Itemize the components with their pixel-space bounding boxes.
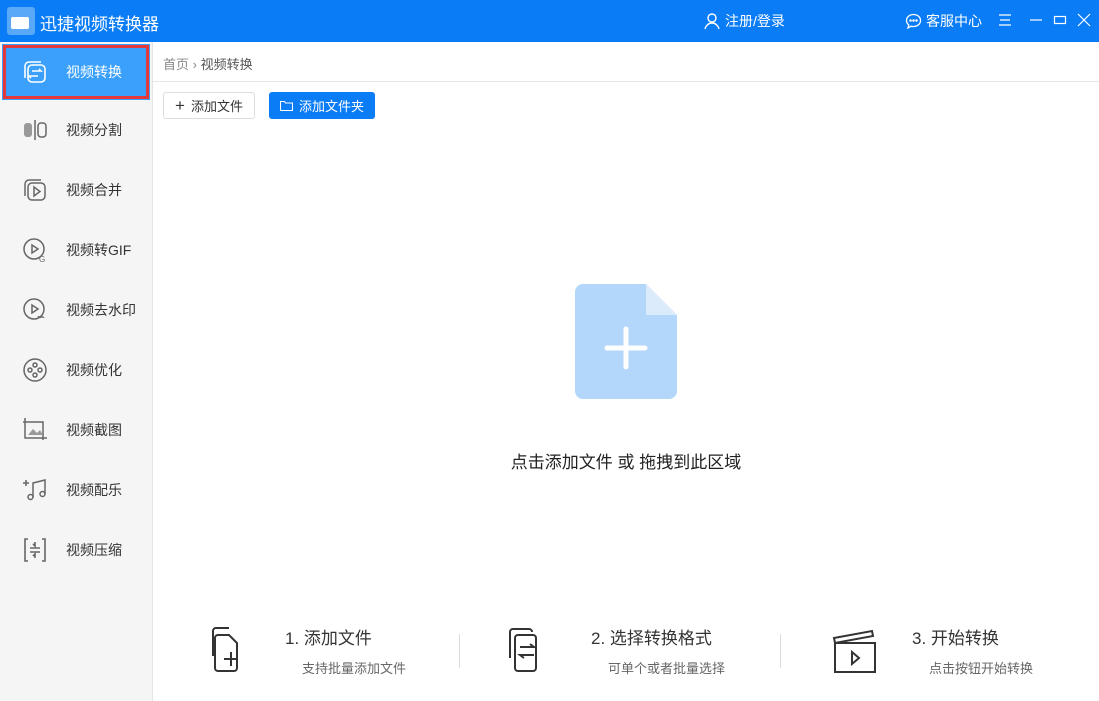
- step-title: 3. 开始转换: [912, 629, 999, 648]
- add-file-button[interactable]: + 添加文件: [163, 92, 255, 119]
- add-folder-button[interactable]: 添加文件夹: [269, 92, 376, 119]
- sidebar-item-video-convert[interactable]: 视频转换: [2, 44, 150, 100]
- sidebar-item-video-music[interactable]: 视频配乐: [0, 460, 152, 520]
- breadcrumb-separator: ›: [192, 57, 197, 72]
- step-subtitle: 可单个或者批量选择: [608, 661, 726, 676]
- step-subtitle: 点击按钮开始转换: [929, 661, 1034, 676]
- login-label: 注册/登录: [725, 13, 785, 29]
- user-icon: [704, 13, 720, 30]
- sidebar-item-label: 视频去水印: [66, 302, 136, 318]
- compress-icon: [22, 537, 48, 563]
- sidebar-item-label: 视频截图: [66, 422, 122, 438]
- app-logo-icon: [7, 7, 35, 35]
- step-title: 2. 选择转换格式: [591, 629, 712, 648]
- divider: [459, 634, 460, 668]
- maximize-icon[interactable]: [1053, 13, 1067, 27]
- dropzone-text[interactable]: 点击添加文件 或 拖拽到此区域: [153, 448, 1099, 473]
- menu-icon[interactable]: [998, 13, 1012, 27]
- sidebar-item-label: 视频转GIF: [66, 242, 132, 258]
- add-file-step-icon: [212, 627, 238, 672]
- sidebar: 视频转换 视频分割 视频合并 G 视频转GIF 视频去水印 视频优化 视频截图 …: [0, 42, 153, 701]
- sidebar-item-label: 视频压缩: [66, 542, 122, 558]
- film-reel-icon: [22, 357, 48, 383]
- add-file-dropzone-icon[interactable]: [575, 284, 677, 399]
- chat-icon: [905, 13, 922, 29]
- support-button[interactable]: 客服中心: [905, 11, 982, 31]
- title-bar: 迅捷视频转换器 注册/登录 客服中心: [0, 0, 1099, 42]
- breadcrumb-current: 视频转换: [200, 57, 253, 72]
- sidebar-item-label: 视频分割: [66, 122, 122, 138]
- sidebar-item-label: 视频优化: [66, 362, 122, 378]
- support-label: 客服中心: [926, 13, 982, 29]
- sidebar-item-label: 视频合并: [66, 182, 122, 198]
- music-icon: [22, 477, 48, 503]
- step-subtitle: 支持批量添加文件: [302, 661, 407, 676]
- split-icon: [22, 117, 48, 143]
- breadcrumb: 首页 › 视频转换: [163, 54, 253, 73]
- login-button[interactable]: 注册/登录: [703, 11, 785, 31]
- divider: [153, 81, 1099, 82]
- sidebar-item-video-screenshot[interactable]: 视频截图: [0, 400, 152, 460]
- app-title: 迅捷视频转换器: [40, 15, 159, 34]
- sidebar-item-video-optimize[interactable]: 视频优化: [0, 340, 152, 400]
- sidebar-item-video-merge[interactable]: 视频合并: [0, 160, 152, 220]
- sidebar-item-label: 视频转换: [66, 64, 122, 80]
- folder-icon: [280, 100, 293, 111]
- sidebar-item-video-gif[interactable]: G 视频转GIF: [0, 220, 152, 280]
- svg-text:G: G: [39, 255, 45, 263]
- add-file-label: 添加文件: [190, 99, 243, 114]
- clapperboard-step-icon: [832, 629, 876, 673]
- select-format-step-icon: [509, 628, 537, 672]
- screenshot-icon: [22, 417, 48, 443]
- sidebar-item-video-watermark[interactable]: 视频去水印: [0, 280, 152, 340]
- watermark-icon: [22, 297, 48, 323]
- minimize-icon[interactable]: [1029, 13, 1043, 27]
- sidebar-item-video-split[interactable]: 视频分割: [0, 100, 152, 160]
- merge-icon: [22, 177, 48, 203]
- sidebar-item-label: 视频配乐: [66, 482, 122, 498]
- breadcrumb-home[interactable]: 首页: [163, 57, 189, 72]
- close-icon[interactable]: [1077, 13, 1091, 27]
- sidebar-item-video-compress[interactable]: 视频压缩: [0, 520, 152, 580]
- gif-icon: G: [22, 237, 48, 263]
- add-folder-label: 添加文件夹: [299, 99, 365, 114]
- divider: [780, 634, 781, 668]
- plus-icon: +: [175, 96, 185, 115]
- step-title: 1. 添加文件: [285, 629, 372, 648]
- convert-icon: [22, 59, 48, 85]
